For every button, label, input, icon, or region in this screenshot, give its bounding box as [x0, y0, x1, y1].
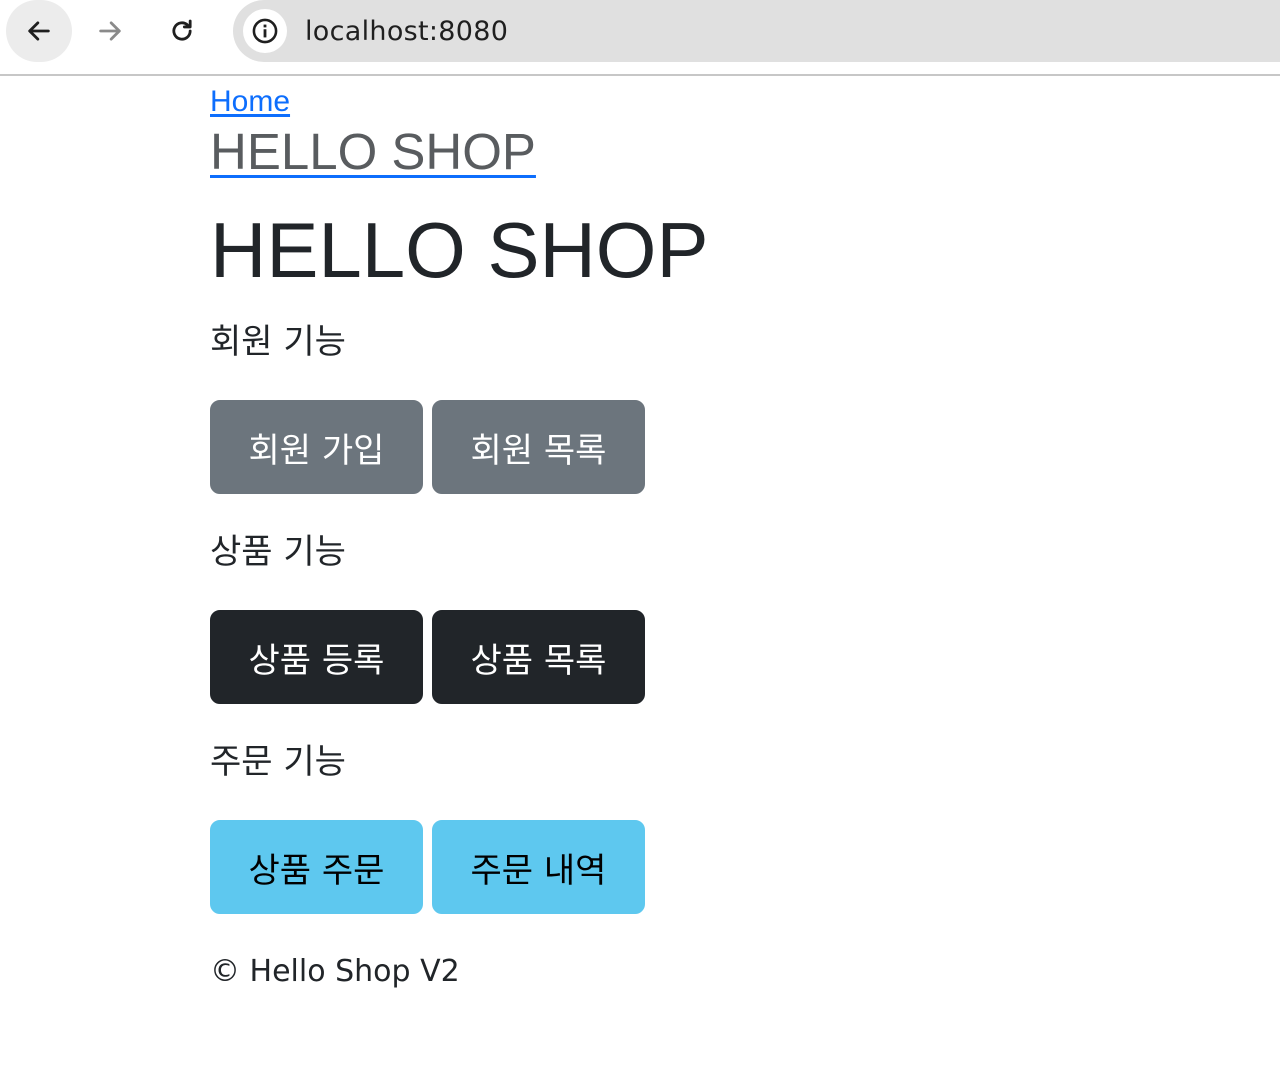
item-register-button[interactable]: 상품 등록 [210, 610, 423, 704]
browser-toolbar: localhost:8080 [0, 0, 1280, 76]
item-order-button[interactable]: 상품 주문 [210, 820, 423, 914]
footer-text: © Hello Shop V2 [210, 954, 460, 989]
reload-icon [172, 19, 192, 41]
member-list-button[interactable]: 회원 목록 [432, 400, 645, 494]
item-button-row: 상품 등록 상품 목록 [210, 610, 1110, 704]
home-link[interactable]: Home [210, 84, 290, 120]
url-text[interactable]: localhost:8080 [305, 16, 508, 47]
info-icon [252, 18, 278, 44]
arrow-right-icon [99, 21, 121, 41]
back-button[interactable] [6, 0, 72, 62]
site-info-button[interactable] [243, 9, 287, 53]
reload-button[interactable] [149, 0, 215, 62]
member-section-label: 회원 기능 [210, 322, 346, 362]
item-list-button[interactable]: 상품 목록 [432, 610, 645, 704]
page-content: Home HELLO SHOP HELLO SHOP 회원 기능 회원 가입 회… [210, 76, 1110, 992]
member-button-row: 회원 가입 회원 목록 [210, 400, 1110, 494]
page-title: HELLO SHOP [210, 206, 709, 294]
arrow-left-icon [28, 21, 50, 41]
order-section-label: 주문 기능 [210, 742, 346, 782]
order-button-row: 상품 주문 주문 내역 [210, 820, 1110, 914]
member-join-button[interactable]: 회원 가입 [210, 400, 423, 494]
order-history-button[interactable]: 주문 내역 [432, 820, 645, 914]
item-section-label: 상품 기능 [210, 532, 346, 572]
forward-button[interactable] [77, 0, 143, 62]
brand-link[interactable]: HELLO SHOP [210, 122, 536, 182]
address-bar[interactable]: localhost:8080 [233, 0, 1280, 62]
